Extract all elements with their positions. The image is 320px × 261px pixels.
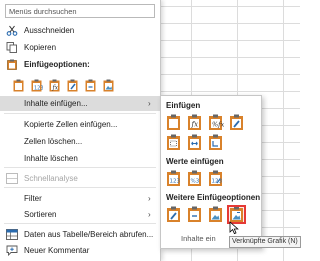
search-input[interactable]: Menüs durchsuchen [5,4,155,18]
separator [4,167,156,168]
copy-icon [6,42,17,53]
separator [4,187,156,188]
paste-keep-column-widths-icon[interactable] [186,134,203,151]
sort-label: Sortieren [24,210,57,219]
separator [4,113,156,114]
cut-menu-item[interactable]: Ausschneiden [0,23,161,38]
clear-contents-label: Inhalte löschen [24,154,78,163]
svg-text:123: 123 [170,179,181,185]
sort-menu-item[interactable]: Sortieren › [0,207,161,222]
paste-special-menu-item[interactable]: Inhalte einfügen... › [0,96,161,111]
copy-menu-item[interactable]: Kopieren [0,40,161,55]
scissors-icon [6,25,18,36]
clipboard-icon [7,59,17,70]
paste-special-label: Inhalte einfügen... [24,99,88,108]
paste-special-submenu: Einfügen fx %fx Werte einfügen 123 %3 12… [160,95,262,249]
context-menu: Menüs durchsuchen Ausschneiden Kopieren … [0,0,161,261]
get-data-menu-item[interactable]: Daten aus Tabelle/Bereich abrufen... [0,227,161,242]
chevron-right-icon: › [148,210,151,219]
svg-text:123: 123 [212,179,223,185]
delete-cells-menu-item[interactable]: Zellen löschen... [0,134,161,149]
paste-formatting-icon[interactable] [66,79,79,92]
paste-values-row: 123 %3 123 [165,170,224,187]
paste-special-link[interactable]: Inhalte ein [181,234,216,243]
separator [4,223,156,224]
copy-label: Kopieren [24,43,57,52]
paste-options-label: Einfügeoptionen: [24,60,90,69]
new-comment-label: Neuer Kommentar [24,246,90,255]
paste-icon[interactable] [165,114,182,131]
paste-transpose-icon[interactable] [207,134,224,151]
paste-formulas-icon[interactable]: fx [186,114,203,131]
insert-copied-cells-menu-item[interactable]: Kopierte Zellen einfügen... [0,117,161,132]
table-icon [6,229,18,240]
paste-icons-row-2 [165,134,224,151]
paste-formulas-number-format-icon[interactable]: %fx [207,114,224,131]
paste-section-header: Einfügen [166,101,201,110]
paste-options-icons: 123 fx [12,79,115,93]
paste-options-header: Einfügeoptionen: [0,57,161,72]
paste-no-borders-icon[interactable] [165,134,182,151]
paste-link-icon[interactable] [186,206,203,223]
svg-text:%3: %3 [191,179,200,185]
comment-icon [6,245,18,256]
paste-values-section-header: Werte einfügen [166,157,224,166]
paste-keep-source-format-icon[interactable] [228,114,245,131]
filter-label: Filter [24,194,42,203]
paste-picture-icon[interactable] [207,206,224,223]
delete-cells-label: Zellen löschen... [24,137,83,146]
chevron-right-icon: › [148,194,151,203]
filter-menu-item[interactable]: Filter › [0,191,161,206]
quick-analysis-menu-item[interactable]: Schnellanalyse [0,171,161,186]
quick-analysis-label: Schnellanalyse [24,174,78,183]
new-comment-menu-item[interactable]: Neuer Kommentar [0,243,161,258]
quick-analysis-icon [6,173,18,184]
paste-icons-row: fx %fx [165,114,245,131]
insert-copied-cells-label: Kopierte Zellen einfügen... [24,120,118,129]
paste-picture-icon[interactable] [102,79,115,92]
paste-formulas-icon[interactable]: fx [48,79,61,92]
tooltip: Verknüpfte Grafik (N) [229,236,301,248]
cut-label: Ausschneiden [24,26,75,35]
paste-values-icon[interactable]: 123 [30,79,43,92]
paste-formatting-icon[interactable] [165,206,182,223]
svg-text:fx: fx [52,85,59,92]
get-data-label: Daten aus Tabelle/Bereich abrufen... [24,230,154,239]
svg-text:123: 123 [34,86,43,92]
svg-text:fx: fx [191,121,199,129]
paste-link-icon[interactable] [84,79,97,92]
paste-icon[interactable] [12,79,25,92]
paste-values-source-format-icon[interactable]: 123 [207,170,224,187]
chevron-right-icon: › [148,99,151,108]
clear-contents-menu-item[interactable]: Inhalte löschen [0,151,161,166]
svg-text:%fx: %fx [212,121,224,129]
more-paste-options-header: Weitere Einfügeoptionen [166,193,261,202]
paste-values-icon[interactable]: 123 [165,170,182,187]
paste-values-number-format-icon[interactable]: %3 [186,170,203,187]
mouse-cursor-icon [229,221,239,235]
